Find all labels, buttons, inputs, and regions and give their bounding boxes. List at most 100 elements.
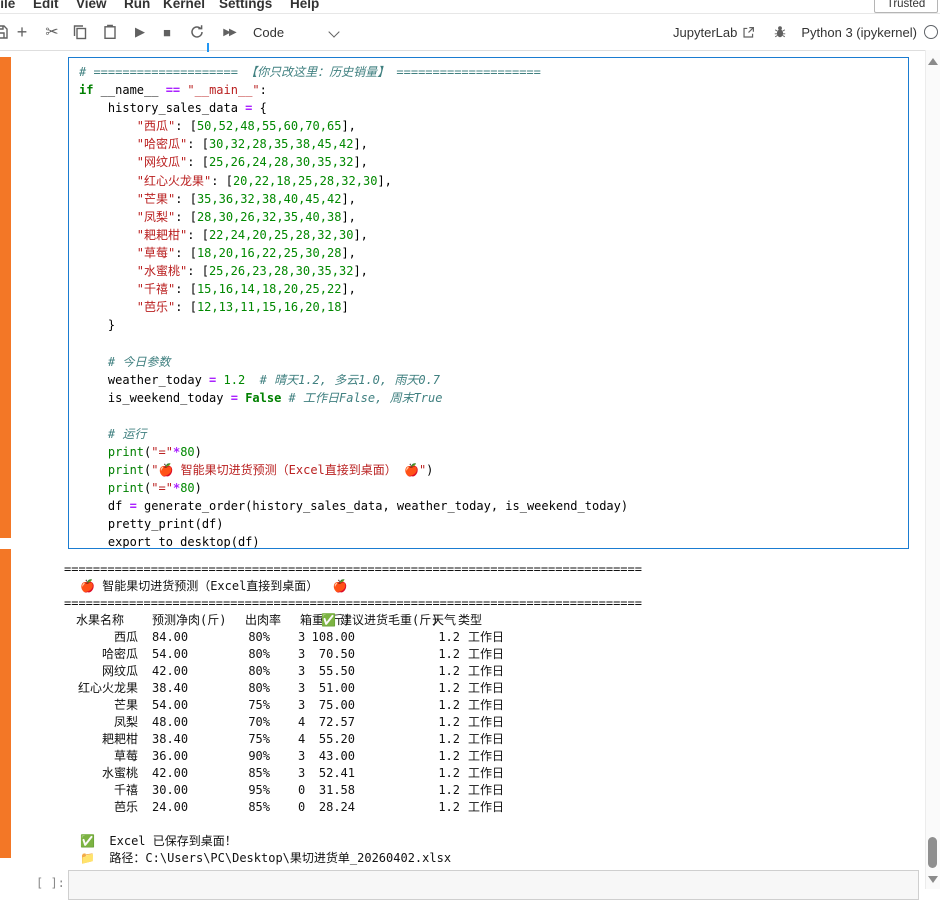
- menu-edit[interactable]: Edit: [33, 0, 59, 11]
- code-line: print("="*80): [79, 443, 904, 461]
- code-line: # ==================== 【你只改这里：历史销量】 ====…: [79, 63, 904, 81]
- run-cell-icon[interactable]: ▶: [131, 14, 149, 50]
- cell-gross: 43.00: [264, 748, 355, 765]
- table-header: 预测净肉(斤): [152, 612, 226, 629]
- open-in-jupyterlab-link[interactable]: JupyterLab: [673, 25, 755, 40]
- code-line: history_sales_data = {: [79, 99, 904, 117]
- cell-type: 工作日: [468, 663, 504, 680]
- table-header-row: 水果名称预测净肉(斤)出肉率箱重(斤)✅建议进货毛重(斤)天气类型: [64, 612, 926, 629]
- code-line: "芒果": [35,36,32,38,40,45,42],: [79, 190, 904, 208]
- menu-help[interactable]: Help: [290, 0, 319, 11]
- cell-name: 耙耙柑: [64, 731, 138, 748]
- notebook-toolbar: + ✂ ▶ ■ ▶▶ Code JupyterLab: [0, 14, 940, 51]
- code-line: "网纹瓜": [25,26,24,28,30,35,32],: [79, 153, 904, 171]
- empty-code-editor[interactable]: [68, 870, 919, 900]
- cell-type: 工作日: [468, 629, 504, 646]
- cell-rate: 85%: [214, 799, 270, 816]
- cell-net: 24.00: [152, 799, 188, 816]
- output-collapser[interactable]: [0, 549, 11, 858]
- cell-type-dropdown[interactable]: Code: [253, 14, 284, 50]
- table-row: 草莓36.0090%343.001.2工作日: [64, 748, 926, 765]
- cell-name: 西瓜: [64, 629, 138, 646]
- table-header: 类型: [458, 612, 482, 629]
- cell-rate: 70%: [214, 714, 270, 731]
- scroll-down-icon[interactable]: [928, 876, 938, 883]
- cell-net: 42.00: [152, 663, 188, 680]
- cell-gross: 55.50: [264, 663, 355, 680]
- cell-type: 工作日: [468, 782, 504, 799]
- code-line: # 今日参数: [79, 353, 904, 371]
- toolbar-right: JupyterLab Python 3 (ipykernel): [673, 14, 938, 50]
- kernel-name-label[interactable]: Python 3 (ipykernel): [801, 25, 917, 40]
- scrollbar-thumb[interactable]: [928, 837, 937, 868]
- cell-net: 42.00: [152, 765, 188, 782]
- folder-icon: 📁: [80, 851, 95, 865]
- save-icon[interactable]: [0, 14, 9, 50]
- debugger-bug-icon[interactable]: [773, 25, 787, 39]
- code-line: print("="*80): [79, 479, 904, 497]
- cell-type: 工作日: [468, 697, 504, 714]
- cell-collapser[interactable]: [0, 57, 11, 538]
- code-line: "西瓜": [50,52,48,55,60,70,65],: [79, 117, 904, 135]
- code-line: "红心火龙果": [20,22,18,25,28,32,30],: [79, 172, 904, 190]
- restart-run-all-icon[interactable]: ▶▶: [218, 14, 240, 50]
- cell-type: 工作日: [468, 731, 504, 748]
- cell-name: 草莓: [64, 748, 138, 765]
- cell-name: 红心火龙果: [64, 680, 138, 697]
- cell-gross: 72.57: [264, 714, 355, 731]
- code-line: print("🍎 智能果切进货预测（Excel直接到桌面） 🍎"): [79, 461, 904, 479]
- code-line: "哈密瓜": [30,32,28,35,38,45,42],: [79, 135, 904, 153]
- menu-kernel[interactable]: Kernel: [163, 0, 205, 11]
- code-line: [79, 334, 904, 352]
- cell-net: 36.00: [152, 748, 188, 765]
- cell-gross: 55.20: [264, 731, 355, 748]
- cell-weather: 1.2: [414, 680, 460, 697]
- add-cell-icon[interactable]: +: [12, 14, 32, 50]
- cell-type: 工作日: [468, 799, 504, 816]
- table-row: 网纹瓜42.0080%355.501.2工作日: [64, 663, 926, 680]
- code-line: "水蜜桃": [25,26,23,28,30,35,32],: [79, 262, 904, 280]
- code-editor[interactable]: # ==================== 【你只改这里：历史销量】 ====…: [68, 57, 909, 549]
- trusted-button[interactable]: Trusted: [874, 0, 938, 13]
- chevron-down-icon[interactable]: [328, 26, 339, 37]
- copy-cells-icon[interactable]: [71, 14, 89, 50]
- cell-weather: 1.2: [414, 748, 460, 765]
- cell-weather: 1.2: [414, 697, 460, 714]
- cell-gross: 52.41: [264, 765, 355, 782]
- table-header: 出肉率: [245, 612, 281, 629]
- menu-file[interactable]: File: [0, 0, 15, 11]
- cell-gross: 108.00: [264, 629, 355, 646]
- cell-name: 哈密瓜: [64, 646, 138, 663]
- cell-gross: 51.00: [264, 680, 355, 697]
- menu-view[interactable]: View: [76, 0, 107, 11]
- restart-kernel-icon[interactable]: [188, 14, 206, 50]
- cut-cells-icon[interactable]: ✂: [42, 14, 62, 50]
- cell-weather: 1.2: [414, 799, 460, 816]
- cell-net: 30.00: [152, 782, 188, 799]
- scrollbar[interactable]: [925, 50, 940, 889]
- check-icon: ✅: [80, 834, 95, 848]
- jupyterlab-label: JupyterLab: [673, 25, 737, 40]
- save-status-line: ✅ Excel 已保存到桌面！: [64, 833, 926, 850]
- cell-output: ========================================…: [64, 561, 926, 867]
- table-row: 凤梨48.0070%472.571.2工作日: [64, 714, 926, 731]
- cell-net: 48.00: [152, 714, 188, 731]
- cell-gross: 28.24: [264, 799, 355, 816]
- code-line: export_to_desktop(df): [79, 533, 904, 549]
- file-path-line: 📁 路径：C:\Users\PC\Desktop\果切进货单_20260402.…: [64, 850, 926, 867]
- menu-run[interactable]: Run: [124, 0, 150, 11]
- cell-net: 54.00: [152, 646, 188, 663]
- cell-rate: 85%: [214, 765, 270, 782]
- menu-settings[interactable]: Settings: [219, 0, 272, 11]
- cell-net: 54.00: [152, 697, 188, 714]
- stop-kernel-icon[interactable]: ■: [159, 14, 175, 50]
- code-line: [79, 407, 904, 425]
- cell-weather: 1.2: [414, 782, 460, 799]
- output-title: 🍎 智能果切进货预测（Excel直接到桌面） 🍎: [64, 578, 926, 595]
- paste-cells-icon[interactable]: [101, 14, 119, 50]
- separator-line: ========================================…: [64, 595, 926, 612]
- scroll-up-icon[interactable]: [928, 58, 938, 65]
- cell-weather: 1.2: [414, 714, 460, 731]
- menu-bar: File Edit View Run Kernel Settings Help: [0, 0, 940, 14]
- cell-rate: 75%: [214, 697, 270, 714]
